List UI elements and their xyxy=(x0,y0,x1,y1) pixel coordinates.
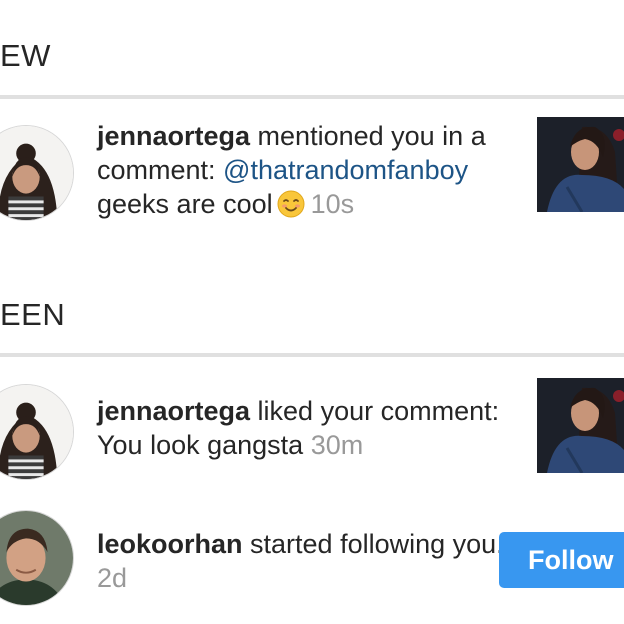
notification-text: leokoorhan started following you. 2d xyxy=(97,527,507,595)
smiling-face-icon xyxy=(277,190,305,218)
follow-button[interactable]: Follow xyxy=(499,532,624,588)
user-avatar-image xyxy=(0,511,73,605)
post-photo-image xyxy=(537,117,624,212)
user-avatar-image xyxy=(0,126,73,220)
notification-action: started following you. xyxy=(242,529,504,559)
section-title-seen: EEN xyxy=(0,297,66,332)
comment-text: geeks are cool xyxy=(97,189,273,219)
avatar[interactable] xyxy=(0,384,74,480)
notification-text: jennaortega liked your comment: You look… xyxy=(97,394,507,462)
post-thumbnail[interactable] xyxy=(537,117,624,212)
avatar[interactable] xyxy=(0,125,74,221)
post-thumbnail[interactable] xyxy=(537,378,624,473)
username-link[interactable]: leokoorhan xyxy=(97,529,243,559)
avatar[interactable] xyxy=(0,510,74,606)
notification-text: jennaortega mentioned you in a comment: … xyxy=(97,119,507,221)
post-photo-image xyxy=(537,378,624,473)
mention-link[interactable]: @thatrandomfanboy xyxy=(223,155,468,185)
timestamp: 10s xyxy=(310,189,355,219)
section-divider xyxy=(0,353,624,357)
section-title-new: EW xyxy=(0,38,51,73)
username-link[interactable]: jennaortega xyxy=(97,121,250,151)
user-avatar-image xyxy=(0,385,73,479)
timestamp: 30m xyxy=(310,430,364,460)
username-link[interactable]: jennaortega xyxy=(97,396,250,426)
section-divider xyxy=(0,95,624,99)
timestamp: 2d xyxy=(97,563,128,593)
